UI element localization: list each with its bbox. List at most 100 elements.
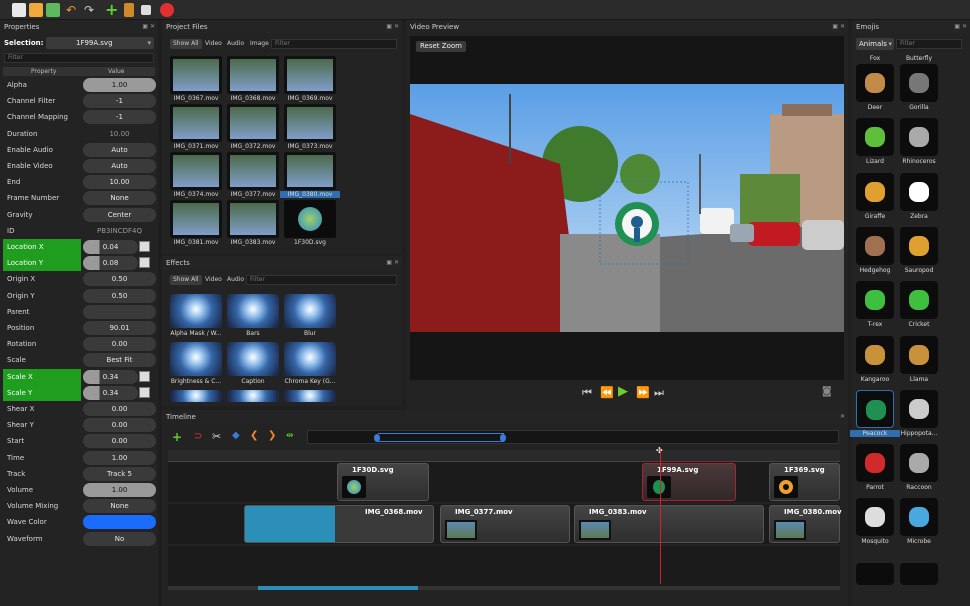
properties-filter-input[interactable]: Filter [4,53,154,63]
emoji-thumbnail[interactable] [856,498,894,537]
tab-effects-audio[interactable]: Audio [224,275,247,285]
project-file-thumbnail[interactable] [284,200,336,238]
property-row[interactable]: Origin X 0.50 [3,271,156,287]
emoji-thumbnail[interactable] [856,118,894,157]
property-value[interactable]: 0.00 [83,402,156,416]
clip-img-0368[interactable]: IMG_0368.mov [244,505,434,543]
playhead[interactable] [660,448,661,584]
clip-img-0377[interactable]: IMG_0377.mov [440,505,570,543]
property-row[interactable]: Volume 1.00 [3,482,156,498]
emoji-category-dropdown[interactable]: Animals ▾ [856,38,894,50]
keyframe-icon[interactable] [139,386,150,398]
emoji-thumbnail[interactable] [856,64,894,102]
project-file-thumbnail[interactable] [284,56,336,94]
keyframe-icon[interactable] [139,370,150,382]
jump-start-icon[interactable]: ⏮ [582,386,592,400]
fast-forward-icon[interactable]: ⏩ [636,386,650,399]
property-value[interactable] [83,515,156,530]
rewind-icon[interactable]: ⏪ [600,386,614,399]
import-files-icon[interactable]: + [105,2,119,18]
project-file-thumbnail[interactable] [227,152,279,190]
property-row[interactable]: End 10.00 [3,174,156,190]
emoji-thumbnail[interactable] [856,172,894,211]
camera-icon[interactable]: ◙ [822,386,832,397]
effect-thumbnail[interactable] [284,390,336,402]
property-value[interactable]: None [83,191,156,206]
effect-thumbnail[interactable] [170,390,222,402]
keyframe-icon[interactable] [139,241,150,252]
property-row[interactable]: Channel Mapping -1 [3,109,156,125]
effects-filter-input[interactable]: Filter [246,275,397,285]
tab-image[interactable]: Image [247,39,272,49]
tab-video[interactable]: Video [202,39,225,49]
project-file-thumbnail[interactable] [170,104,222,142]
clip-1f30d[interactable]: 1F30D.svg [337,463,429,501]
property-row[interactable]: Scale Y 0.34 [3,384,155,401]
previous-marker-icon[interactable]: ❮ [250,430,258,441]
property-value[interactable]: No [83,531,156,546]
property-row[interactable]: Scale X 0.34 [3,368,155,385]
property-row[interactable]: Scale Best Fit [3,352,156,368]
emojis-filter-input[interactable]: Filter [896,39,962,49]
property-value[interactable]: None [83,499,156,514]
project-file-thumbnail[interactable] [227,104,279,142]
keyframe-icon[interactable] [139,257,150,269]
project-file-thumbnail[interactable] [170,152,222,190]
property-row[interactable]: Track Track 5 [3,466,156,482]
property-value[interactable]: 0.34 [83,385,138,400]
redo-icon[interactable]: ↷ [84,3,98,17]
add-track-icon[interactable]: + [172,430,182,444]
property-row[interactable]: Origin Y 0.50 [3,288,156,304]
property-row[interactable]: Alpha 1.00 [3,77,156,93]
project-file-thumbnail[interactable] [284,104,336,142]
tab-effects-show-all[interactable]: Show All [170,275,202,285]
timeline-zoom-bar[interactable] [307,430,839,444]
clip-1f369[interactable]: 1F369.svg [769,463,840,501]
new-project-icon[interactable] [12,3,26,17]
property-value[interactable]: -1 [83,94,156,109]
property-row[interactable]: Location X 0.04 [3,239,155,255]
save-project-icon[interactable] [46,3,60,17]
emoji-thumbnail[interactable] [900,281,938,320]
timeline-ruler[interactable] [168,450,840,462]
property-row[interactable]: Shear Y 0.00 [3,417,156,433]
tab-audio[interactable]: Audio [224,39,247,49]
project-file-thumbnail[interactable] [227,200,279,238]
project-files-filter-input[interactable]: Filter [271,39,397,49]
reset-zoom-button[interactable]: Reset Zoom [416,41,466,52]
effect-thumbnail[interactable] [227,342,279,376]
emoji-thumbnail[interactable] [856,335,894,374]
property-row[interactable]: Position 90.01 [3,320,156,336]
track-3[interactable] [168,546,840,586]
jump-end-icon[interactable]: ⏭ [654,386,664,400]
emoji-thumbnail[interactable] [900,498,938,537]
effect-thumbnail[interactable] [227,294,279,328]
property-value[interactable]: 1.00 [83,78,156,92]
razor-icon[interactable]: ✂ [212,430,221,443]
track-1[interactable] [168,462,840,502]
property-value[interactable]: Track 5 [83,466,156,481]
clip-img-0380[interactable]: IMG_0380.mov [769,505,842,543]
clip-img-0383[interactable]: IMG_0383.mov [574,505,764,543]
selection-dropdown[interactable]: 1F99A.svg ▾ [46,37,154,49]
property-value[interactable]: 0.50 [83,272,156,287]
undo-icon[interactable]: ↶ [66,3,80,17]
tab-show-all[interactable]: Show All [170,39,202,49]
project-file-thumbnail[interactable] [170,200,222,238]
zoom-window[interactable] [378,433,504,442]
timeline-scrollbar-thumb[interactable] [258,586,418,590]
effect-thumbnail[interactable] [284,294,336,328]
choose-profile-icon[interactable] [124,3,134,17]
emoji-thumbnail[interactable] [900,444,938,483]
export-video-icon[interactable] [160,3,174,17]
emoji-thumbnail[interactable] [856,226,894,265]
property-value[interactable]: 0.04 [83,240,138,254]
property-value[interactable]: -1 [83,110,156,125]
project-file-thumbnail[interactable] [227,56,279,94]
effect-thumbnail[interactable] [170,342,222,376]
emoji-thumbnail[interactable] [856,444,894,483]
property-row[interactable]: Shear X 0.00 [3,401,156,417]
property-value[interactable] [83,304,156,319]
property-row[interactable]: Duration 10.00 [3,126,155,142]
property-value[interactable]: Center [83,207,156,222]
